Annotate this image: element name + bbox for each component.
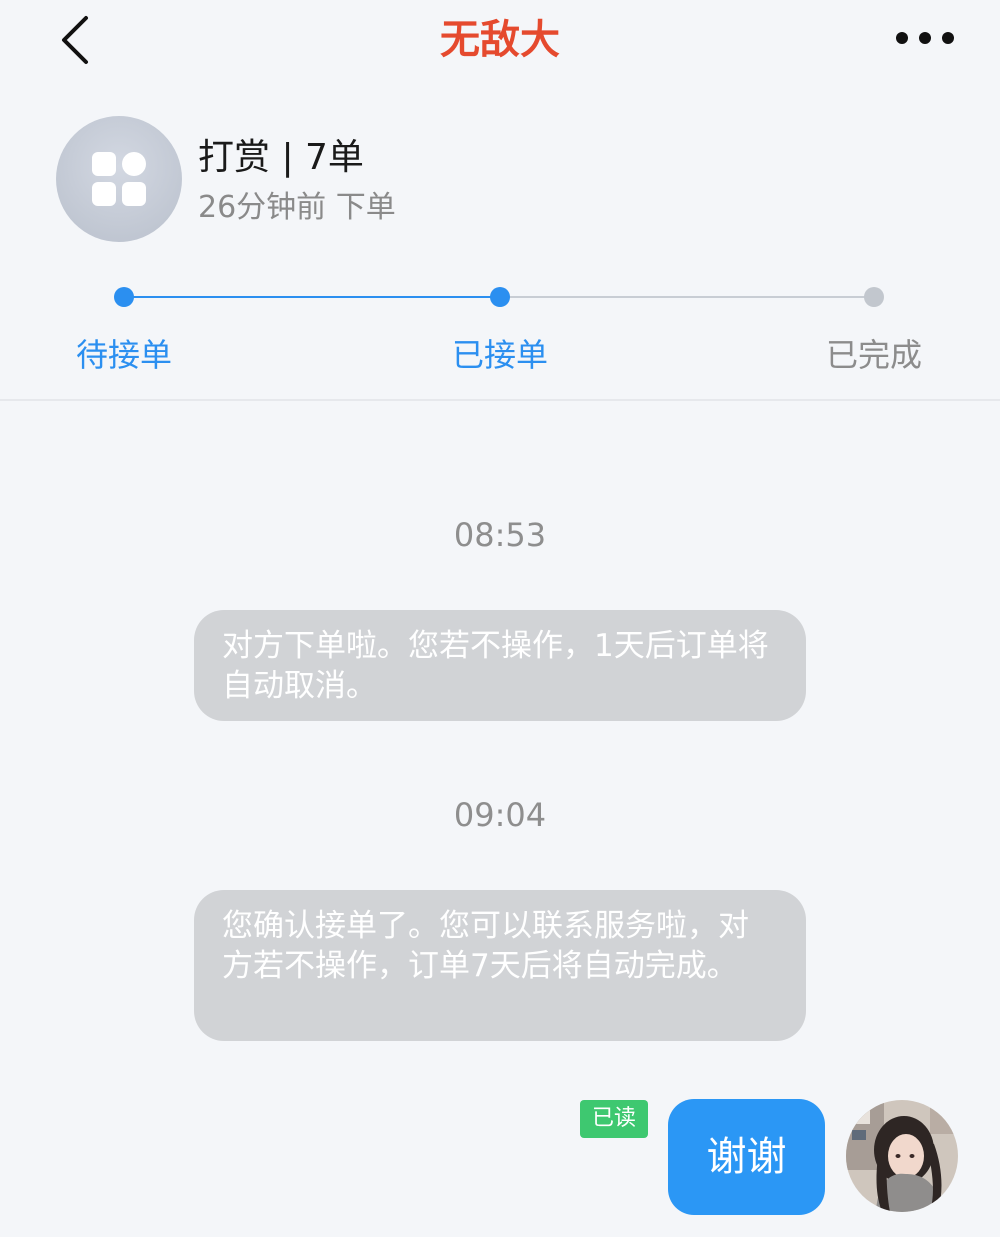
- user-photo: [846, 1100, 958, 1212]
- avatar[interactable]: [846, 1100, 958, 1212]
- more-button[interactable]: [880, 14, 970, 64]
- progress-line-done: [124, 296, 500, 298]
- system-message: 对方下单啦。您若不操作，1天后订单将自动取消。: [194, 610, 806, 721]
- order-header: 打赏 | 7单 26分钟前 下单 待接单 已接单 已完成: [0, 80, 1000, 400]
- order-subtitle: 26分钟前 下单: [198, 190, 396, 225]
- order-progress: 待接单 已接单 已完成: [0, 275, 1000, 385]
- read-status-badge: 已读: [580, 1100, 648, 1138]
- page-title: 无敌大: [440, 17, 560, 63]
- order-title: 打赏 | 7单: [198, 137, 364, 178]
- back-button[interactable]: [50, 8, 106, 68]
- message-time: 08:53: [453, 516, 547, 554]
- step-label-accepted: 已接单: [451, 336, 548, 374]
- step-label-completed: 已完成: [825, 336, 922, 374]
- order-avatar: [56, 116, 182, 242]
- nav-bar: 无敌大: [0, 0, 1000, 80]
- grid-apps-icon: [92, 152, 146, 206]
- more-horizontal-icon: [896, 32, 954, 44]
- outgoing-message[interactable]: 谢谢: [668, 1099, 825, 1215]
- step-label-pending-order: 待接单: [75, 336, 172, 374]
- progress-dot-pending-order: [114, 287, 134, 307]
- progress-dot-completed: [864, 287, 884, 307]
- system-message: 您确认接单了。您可以联系服务啦，对方若不操作，订单7天后将自动完成。: [194, 890, 806, 1041]
- progress-dot-accepted: [490, 287, 510, 307]
- chevron-left-icon: [62, 16, 88, 64]
- progress-line-pending: [500, 296, 874, 298]
- divider: [0, 399, 1000, 401]
- message-time: 09:04: [453, 796, 547, 834]
